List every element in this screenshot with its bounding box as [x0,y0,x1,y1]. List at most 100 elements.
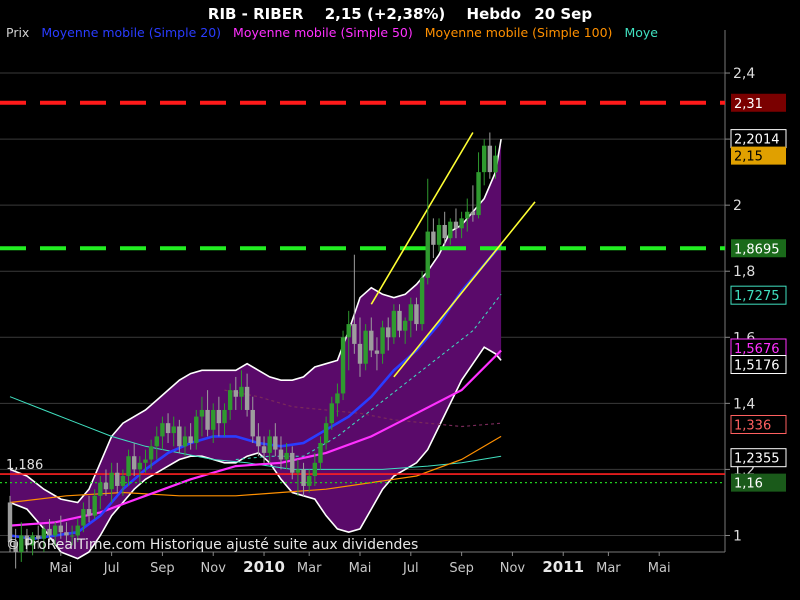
x-year-label: 2011 [542,558,584,576]
x-month-label: Jul [402,561,419,576]
candle-body [194,416,199,443]
candle-body [211,409,216,430]
candle-body [397,310,402,331]
candle-body [52,525,58,536]
price-tag-label: 1,5176 [734,359,780,374]
candle-body [81,509,86,526]
legend-item: Moyenne mobile (Simple 100) [425,25,613,40]
candle [481,139,487,186]
title-period: Hebdo [467,5,522,23]
candle-body [448,221,453,239]
candle-body [374,350,380,354]
title-price: 2,15 (+2,38%) [325,5,446,23]
candle-body [340,337,346,394]
candle-body [425,231,430,278]
price-tag-label: 1,7275 [734,289,780,304]
candle-body [227,390,233,410]
price-tag-label: 1,336 [734,418,771,433]
candle-body [86,509,92,516]
candle-body [402,320,408,331]
candle-body [109,472,114,490]
candle-body [431,231,436,245]
price-tag-label: 2,2014 [734,133,780,148]
candle-body [459,218,464,229]
candle-body [453,221,459,229]
candle-body [493,155,498,173]
x-month-label: Mar [297,561,322,576]
price-tag-label: 1,5676 [734,342,780,357]
y-tick-label: 2,4 [733,66,755,82]
candle-body [233,390,239,397]
price-tag-label: 1,8695 [734,242,780,257]
legend-item: Prix [6,25,29,40]
copyright-notice: © ProRealTime.com Historique ajusté suit… [6,537,418,553]
candle-body [363,330,368,364]
candle-body [250,409,255,437]
candle-body [256,436,261,447]
candle-body [487,145,493,173]
price-tag: 1,336 [730,414,787,434]
level-label-line-1186: 1,186 [6,458,43,473]
candle-body [476,172,481,216]
candle-body [182,436,188,447]
candle-body [278,449,284,460]
candle-body [290,452,295,473]
candle-body [199,409,205,417]
candle [363,324,368,371]
x-year-label: 2010 [243,558,285,576]
candle-body [436,224,442,245]
price-tag-label: 1,2355 [734,452,780,467]
candle-body [419,277,425,325]
x-month-label: Mai [648,561,671,576]
candle-body [261,446,267,453]
x-month-label: Mar [596,561,621,576]
candle-body [380,327,385,354]
candle-body [92,495,97,516]
candle-body [47,528,52,536]
candle [340,330,346,401]
candle-body [137,462,143,470]
candle-body [335,393,340,404]
candle-body [126,456,131,477]
candle-body [58,525,64,533]
price-tag: 2,15 [731,146,786,165]
candle [419,271,425,331]
candle-body [414,304,419,325]
legend-item: Moye [624,25,658,40]
chart-title: RIB - RIBER 2,15 (+2,38%) Hebdo 20 Sep [208,5,592,23]
candle-body [481,145,487,173]
price-tag: 2,2014 [730,129,787,149]
title-date: 20 Sep [534,5,592,23]
y-tick-label: 2 [733,198,742,214]
candle-body [408,304,414,321]
candle-body [75,525,80,536]
x-month-label: Mai [49,561,72,576]
candle-body [160,423,165,437]
price-tag: 1,5676 [730,338,787,358]
price-tags: 2,31 2,2014 2,15 1,8695 1,7275 1,5676 1,5176 1,… [730,93,787,492]
x-month-label: Mai [349,561,372,576]
candle-body [369,330,374,351]
time-axis[interactable]: Mai Jul Sep Nov 2010 Mar Mai Jul Sep Nov 2011 Mar Ma… [49,552,671,576]
candle [425,178,430,285]
candle-body [120,476,126,486]
candle-body [267,436,272,453]
x-month-label: Nov [500,561,526,576]
legend-item: Moyenne mobile (Simple 50) [233,25,413,40]
candle-body [98,482,103,496]
candle-body [131,456,137,470]
candle-body [306,476,312,486]
x-month-label: Jul [103,561,120,576]
candle [431,218,436,259]
candle-body [205,409,210,430]
candle-body [188,436,193,443]
candle-body [143,459,148,463]
candle-body [312,462,318,477]
price-tag-label: 2,15 [734,150,763,165]
candle-body [346,324,351,338]
price-tag: 1,2355 [730,448,787,468]
y-tick-label: 1 [733,528,742,544]
y-tick-label: 1,4 [733,396,755,412]
candle-body [323,423,329,443]
price-tag: 1,8695 [731,239,786,258]
